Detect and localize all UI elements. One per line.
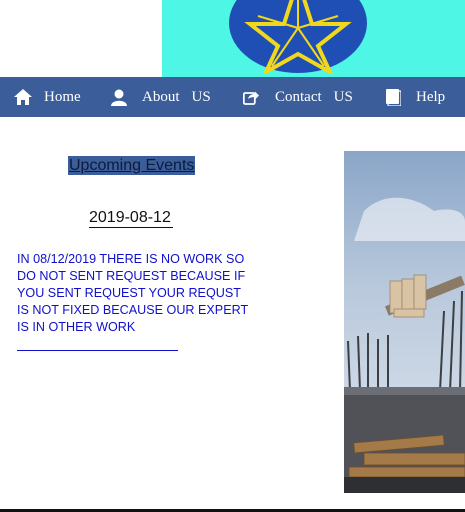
event-divider	[17, 350, 178, 351]
header-banner	[162, 0, 465, 77]
nav-about-label: About	[142, 88, 180, 105]
nav-contact-label-2: US	[333, 88, 353, 105]
emblem-icon	[229, 0, 367, 74]
nav-contact-label: Contact	[275, 88, 322, 105]
home-icon	[14, 89, 32, 105]
nav-home[interactable]: Home	[14, 77, 81, 117]
nav-about-label-2: US	[191, 88, 211, 105]
nav-help-label: Help	[416, 88, 446, 105]
upcoming-events-link[interactable]: Upcoming Events	[68, 156, 196, 175]
main-nav: Home About US Contact US Help	[0, 77, 465, 117]
nav-help[interactable]: Help	[386, 77, 445, 117]
event-date: 2019-08-12	[89, 209, 173, 228]
book-icon	[386, 88, 401, 106]
share-icon	[243, 91, 259, 105]
construction-photo	[344, 151, 465, 493]
nav-home-label: Home	[44, 88, 81, 105]
nav-about[interactable]: About US	[111, 77, 211, 117]
user-icon	[111, 89, 127, 106]
event-description: IN 08/12/2019 THERE IS NO WORK SO DO NOT…	[17, 252, 248, 334]
construction-site-image	[344, 151, 465, 493]
nav-contact[interactable]: Contact US	[243, 77, 353, 117]
